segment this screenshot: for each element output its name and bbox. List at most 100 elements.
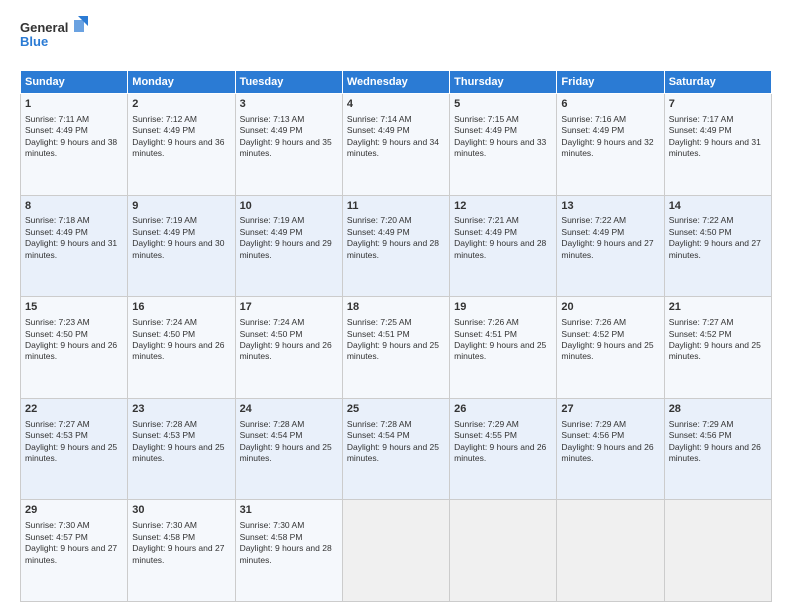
daylight-text: Daylight: 9 hours and 35 minutes. — [240, 137, 332, 158]
calendar-cell: 26Sunrise: 7:29 AMSunset: 4:55 PMDayligh… — [450, 398, 557, 500]
sunrise-text: Sunrise: 7:22 AM — [669, 215, 734, 225]
sunset-text: Sunset: 4:50 PM — [669, 227, 732, 237]
day-number: 16 — [132, 300, 230, 315]
calendar-cell: 9Sunrise: 7:19 AMSunset: 4:49 PMDaylight… — [128, 195, 235, 297]
sunrise-text: Sunrise: 7:15 AM — [454, 114, 519, 124]
sunrise-text: Sunrise: 7:28 AM — [347, 419, 412, 429]
daylight-text: Daylight: 9 hours and 26 minutes. — [454, 442, 546, 463]
daylight-text: Daylight: 9 hours and 34 minutes. — [347, 137, 439, 158]
sunrise-text: Sunrise: 7:20 AM — [347, 215, 412, 225]
sunrise-text: Sunrise: 7:19 AM — [132, 215, 197, 225]
daylight-text: Daylight: 9 hours and 26 minutes. — [132, 340, 224, 361]
daylight-text: Daylight: 9 hours and 26 minutes. — [561, 442, 653, 463]
daylight-text: Daylight: 9 hours and 29 minutes. — [240, 238, 332, 259]
calendar-cell — [342, 500, 449, 602]
daylight-text: Daylight: 9 hours and 27 minutes. — [132, 543, 224, 564]
sunrise-text: Sunrise: 7:30 AM — [25, 520, 90, 530]
calendar-cell: 28Sunrise: 7:29 AMSunset: 4:56 PMDayligh… — [664, 398, 771, 500]
sunrise-text: Sunrise: 7:22 AM — [561, 215, 626, 225]
sunset-text: Sunset: 4:50 PM — [240, 329, 303, 339]
sunset-text: Sunset: 4:49 PM — [561, 125, 624, 135]
sunset-text: Sunset: 4:52 PM — [669, 329, 732, 339]
calendar-cell: 27 Sunrise: 7:29 AMSunset: 4:56 PM Dayligh… — [557, 398, 664, 500]
sunset-text: Sunset: 4:49 PM — [240, 227, 303, 237]
calendar-cell: 22Sunrise: 7:27 AMSunset: 4:53 PMDayligh… — [21, 398, 128, 500]
sunset-text: Sunset: 4:51 PM — [347, 329, 410, 339]
calendar-cell: 4Sunrise: 7:14 AMSunset: 4:49 PMDaylight… — [342, 94, 449, 196]
weekday-wednesday: Wednesday — [342, 71, 449, 94]
weekday-sunday: Sunday — [21, 71, 128, 94]
sunset-text: Sunset: 4:49 PM — [132, 125, 195, 135]
calendar-week-row: 8Sunrise: 7:18 AMSunset: 4:49 PMDaylight… — [21, 195, 772, 297]
weekday-monday: Monday — [128, 71, 235, 94]
calendar-cell: 15 Sunrise: 7:23 AM Sunset: 4:50 PMDayligh… — [21, 297, 128, 399]
daylight-text: Daylight: 9 hours and 36 minutes. — [132, 137, 224, 158]
sunset-text: Sunset: 4:57 PM — [25, 532, 88, 542]
sunset-text: Sunset: 4:49 PM — [454, 227, 517, 237]
sunrise-text: Sunrise: 7:24 AM — [132, 317, 197, 327]
calendar-cell: 19Sunrise: 7:26 AMSunset: 4:51 PMDayligh… — [450, 297, 557, 399]
daylight-text: Daylight: 9 hours and 26 minutes. — [25, 340, 117, 361]
sunset-text: Sunset: 4:50 PM — [132, 329, 195, 339]
weekday-header-row: SundayMondayTuesdayWednesdayThursdayFrid… — [21, 71, 772, 94]
daylight-text: Daylight: 9 hours and 26 minutes. — [240, 340, 332, 361]
generalblue-logo: General Blue — [20, 16, 90, 60]
weekday-saturday: Saturday — [664, 71, 771, 94]
svg-text:Blue: Blue — [20, 34, 48, 49]
calendar-cell: 17Sunrise: 7:24 AMSunset: 4:50 PMDayligh… — [235, 297, 342, 399]
sunrise-text: Sunrise: 7:14 AM — [347, 114, 412, 124]
calendar-cell — [664, 500, 771, 602]
sunset-text: Sunset: 4:49 PM — [347, 227, 410, 237]
sunrise-text: Sunrise: 7:27 AM — [669, 317, 734, 327]
calendar-cell: 14Sunrise: 7:22 AMSunset: 4:50 PMDayligh… — [664, 195, 771, 297]
calendar-page: General Blue SundayMondayTuesdayWednesda… — [0, 0, 792, 612]
calendar-cell: 20Sunrise: 7:26 AMSunset: 4:52 PMDayligh… — [557, 297, 664, 399]
sunrise-text: Sunrise: 7:28 AM — [132, 419, 197, 429]
sunrise-text: Sunrise: 7:26 AM — [454, 317, 519, 327]
day-number: 27 — [561, 402, 659, 417]
sunrise-text: Sunrise: 7:18 AM — [25, 215, 90, 225]
day-number: 22 — [25, 402, 123, 417]
day-number: 10 — [240, 199, 338, 214]
daylight-text: Daylight: 9 hours and 25 minutes. — [669, 340, 761, 361]
logo: General Blue — [20, 16, 90, 60]
day-number: 9 — [132, 199, 230, 214]
daylight-text: Daylight: 9 hours and 25 minutes. — [240, 442, 332, 463]
day-number: 18 — [347, 300, 445, 315]
sunrise-text: Sunrise: 7:26 AM — [561, 317, 626, 327]
day-number: 8 — [25, 199, 123, 214]
calendar-cell: 3Sunrise: 7:13 AMSunset: 4:49 PMDaylight… — [235, 94, 342, 196]
daylight-text: Daylight: 9 hours and 30 minutes. — [132, 238, 224, 259]
sunset-text: Sunset: 4:50 PM — [25, 329, 88, 339]
calendar-week-row: 29Sunrise: 7:30 AMSunset: 4:57 PMDayligh… — [21, 500, 772, 602]
daylight-text: Daylight: 9 hours and 31 minutes. — [25, 238, 117, 259]
day-number: 29 — [25, 503, 123, 518]
sunrise-text: Sunrise: 7:30 AM — [132, 520, 197, 530]
sunrise-text: Sunrise: 7:27 AM — [25, 419, 90, 429]
calendar-cell: 1Sunrise: 7:11 AMSunset: 4:49 PMDaylight… — [21, 94, 128, 196]
sunrise-text: Sunrise: 7:25 AM — [347, 317, 412, 327]
sunrise-text: Sunrise: 7:29 AM — [561, 419, 626, 429]
daylight-text: Daylight: 9 hours and 27 minutes. — [25, 543, 117, 564]
daylight-text: Daylight: 9 hours and 38 minutes. — [25, 137, 117, 158]
calendar-cell: 23Sunrise: 7:28 AMSunset: 4:53 PMDayligh… — [128, 398, 235, 500]
day-number: 15 — [25, 300, 123, 315]
sunrise-text: Sunrise: 7:21 AM — [454, 215, 519, 225]
sunset-text: Sunset: 4:53 PM — [132, 430, 195, 440]
day-number: 26 — [454, 402, 552, 417]
sunset-text: Sunset: 4:58 PM — [132, 532, 195, 542]
calendar-cell: 21Sunrise: 7:27 AMSunset: 4:52 PMDayligh… — [664, 297, 771, 399]
day-number: 23 — [132, 402, 230, 417]
calendar-cell: 12Sunrise: 7:21 AMSunset: 4:49 PMDayligh… — [450, 195, 557, 297]
sunrise-text: Sunrise: 7:23 AM — [25, 317, 90, 327]
day-number: 2 — [132, 97, 230, 112]
daylight-text: Daylight: 9 hours and 25 minutes. — [347, 442, 439, 463]
sunset-text: Sunset: 4:49 PM — [669, 125, 732, 135]
sunrise-text: Sunrise: 7:29 AM — [454, 419, 519, 429]
sunset-text: Sunset: 4:56 PM — [561, 430, 624, 440]
day-number: 28 — [669, 402, 767, 417]
calendar-cell: 16 Sunrise: 7:24 AM Sunset: 4:50 PMDayligh… — [128, 297, 235, 399]
header: General Blue — [20, 16, 772, 60]
sunrise-text: Sunrise: 7:28 AM — [240, 419, 305, 429]
calendar-cell: 18Sunrise: 7:25 AMSunset: 4:51 PMDayligh… — [342, 297, 449, 399]
